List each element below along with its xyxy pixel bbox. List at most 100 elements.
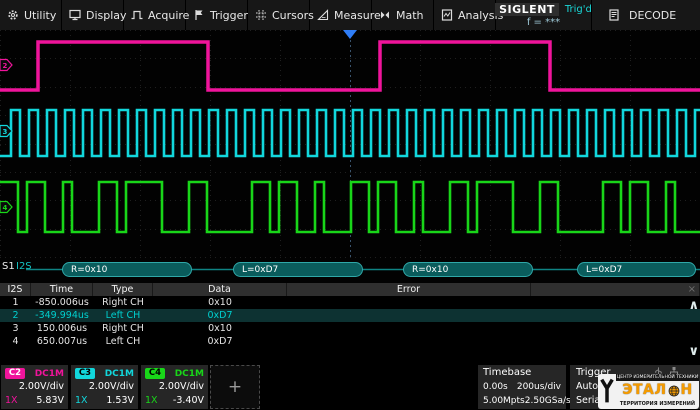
table-cell: 3 — [0, 322, 31, 335]
table-row[interactable]: 1-850.006usRight CH0x10 — [0, 296, 700, 309]
channel-badge: C4 — [145, 368, 165, 379]
display-icon — [69, 9, 81, 21]
menu-item-cursors[interactable]: Cursors — [248, 0, 310, 30]
table-cell — [531, 296, 700, 309]
watermark-brand: ЭТАЛ Н — [622, 381, 693, 400]
channel-coupling: DC1M — [35, 369, 64, 379]
channel-probe: 1X — [5, 394, 18, 407]
table-header-type: Type — [93, 283, 153, 296]
channel-badge: C3 — [75, 368, 95, 379]
table-cell — [531, 322, 700, 335]
timebase-title: Timebase — [483, 366, 561, 380]
table-row[interactable]: 2-349.994usLeft CH0xD7 — [0, 309, 700, 322]
analysis-icon — [441, 9, 453, 21]
add-channel-button[interactable]: + — [210, 365, 260, 409]
etalon-watermark: ЦЕНТР ИЗМЕРИТЕЛЬНОЙ ТЕХНИКИ ЭТАЛ Н ТЕРРИ… — [598, 374, 699, 409]
menu-item-label: Acquire — [148, 9, 189, 22]
table-cell — [287, 322, 531, 335]
waveform-svg: 2 3 4 — [0, 30, 700, 283]
timebase-descriptor[interactable]: Timebase 0.00s 200us/div 5.00Mpts 2.50GS… — [478, 365, 566, 409]
channel-descriptor-c3[interactable]: C3 DC1M 2.00V/div 1X 1.53V — [71, 365, 138, 409]
menu-item-utility[interactable]: Utility — [0, 0, 62, 30]
table-header-time: Time — [31, 283, 93, 296]
table-body: 1-850.006usRight CH0x102-349.994usLeft C… — [0, 296, 700, 361]
etalon-logo-icon — [598, 374, 616, 409]
scroll-up-icon[interactable]: ∧ — [688, 299, 699, 312]
gear-icon — [7, 9, 19, 21]
table-header-error: Error — [287, 283, 531, 296]
channel-scale: 2.00V/div — [145, 380, 204, 394]
table-cell: Right CH — [93, 296, 153, 309]
trigger-status-badge: Trig'd — [565, 4, 592, 15]
globe-icon — [668, 385, 680, 397]
channel-4-position-marker[interactable]: 4 — [0, 202, 12, 213]
menu-item-measure[interactable]: Measure — [310, 0, 372, 30]
channel-offset: -3.40V — [173, 394, 204, 407]
channel-scale: 2.00V/div — [75, 380, 134, 394]
channel-badge: C2 — [5, 368, 25, 379]
close-icon[interactable]: × — [688, 283, 696, 296]
menu-item-decode[interactable]: DECODE — [592, 0, 700, 30]
table-cell: 650.007us — [31, 335, 93, 348]
decode-bus-protocol: I2S — [16, 261, 32, 272]
channel-descriptor-c4[interactable]: C4 DC1M 2.00V/div 1X -3.40V — [141, 365, 208, 409]
decode-result-table: I2STimeTypeDataError 1-850.006usRight CH… — [0, 283, 700, 363]
table-cell — [531, 309, 700, 322]
decode-bubble: R=0x10 — [403, 262, 533, 277]
top-menu-bar: UtilityDisplayAcquireTriggerCursorsMeasu… — [0, 0, 700, 30]
timebase-scale: 200us/div — [517, 380, 561, 394]
frequency-readout: f = *** — [527, 17, 560, 28]
menu-items: UtilityDisplayAcquireTriggerCursorsMeasu… — [0, 0, 496, 30]
channel-descriptor-c2[interactable]: C2 DC1M 2.00V/div 1X 5.83V — [1, 365, 68, 409]
timebase-delay: 0.00s — [483, 380, 508, 394]
table-row[interactable]: 3150.006usRight CH0x10 — [0, 322, 700, 335]
table-cell: -349.994us — [31, 309, 93, 322]
table-cell: 0xD7 — [153, 335, 287, 348]
table-cell: 0xD7 — [153, 309, 287, 322]
decode-bubble: L=0xD7 — [577, 262, 696, 277]
svg-text:2: 2 — [3, 62, 8, 70]
channel-offset: 5.83V — [36, 394, 64, 407]
table-header-i2s: I2S — [0, 283, 31, 296]
menu-item-trigger[interactable]: Trigger — [186, 0, 248, 30]
menu-item-display[interactable]: Display — [62, 0, 124, 30]
table-cell: 4 — [0, 335, 31, 348]
decode-bus-id: S1 — [2, 261, 15, 272]
menu-item-acquire[interactable]: Acquire — [124, 0, 186, 30]
sample-rate: 2.50GSa/s — [525, 394, 571, 408]
watermark-brand-left: ЭТАЛ — [622, 381, 666, 400]
trigger-position-marker[interactable] — [343, 30, 357, 39]
table-cell: 2 — [0, 309, 31, 322]
table-cell: Right CH — [93, 322, 153, 335]
menu-item-label: Math — [396, 9, 424, 22]
table-row[interactable]: 4650.007usLeft CH0xD7 — [0, 335, 700, 348]
plus-icon: + — [228, 377, 242, 397]
channel-scale: 2.00V/div — [5, 380, 64, 394]
cursors-icon — [255, 9, 267, 21]
table-cell: 0x10 — [153, 322, 287, 335]
svg-text:3: 3 — [3, 128, 8, 136]
oscilloscope-screen: UtilityDisplayAcquireTriggerCursorsMeasu… — [0, 0, 700, 410]
menu-item-label: Cursors — [272, 9, 314, 22]
table-cell: Left CH — [93, 335, 153, 348]
menu-item-math[interactable]: Math — [372, 0, 434, 30]
measure-icon — [317, 9, 329, 21]
waveform-display[interactable]: 234 S1 I2S R=0x10L=0xD7R=0x10L=0xD7 — [0, 30, 700, 283]
menu-item-label: Display — [86, 9, 127, 22]
table-header-row: I2STimeTypeDataError — [0, 283, 700, 296]
table-header-data: Data — [153, 283, 287, 296]
menu-item-label: Trigger — [210, 9, 248, 22]
bottom-status-bar: C2 DC1M 2.00V/div 1X 5.83V C3 DC1M 2.00V… — [0, 363, 700, 410]
channel-coupling: DC1M — [175, 369, 204, 379]
menu-item-analysis[interactable]: Analysis — [434, 0, 496, 30]
table-cell — [287, 335, 531, 348]
channel-probe: 1X — [145, 394, 158, 407]
scroll-down-icon[interactable]: ∨ — [688, 345, 699, 358]
table-cell: 1 — [0, 296, 31, 309]
flag-icon — [193, 9, 205, 21]
table-cell — [531, 335, 700, 348]
table-cell: -850.006us — [31, 296, 93, 309]
watermark-bottom-text: ТЕРРИТОРИЯ ИЗМЕРЕНИЙ — [620, 400, 695, 408]
channel-coupling: DC1M — [105, 369, 134, 379]
channel-2-position-marker[interactable]: 2 — [0, 60, 12, 71]
